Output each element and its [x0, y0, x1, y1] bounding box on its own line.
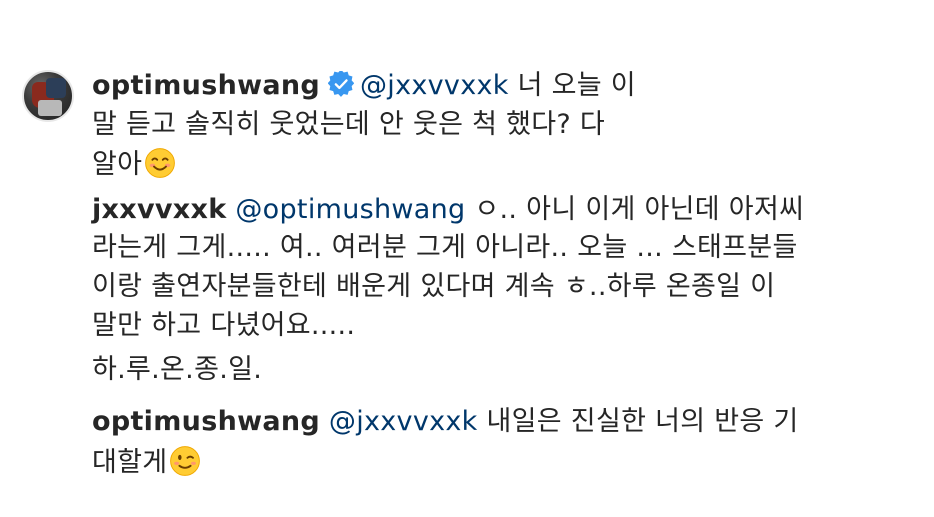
comment-text: 내일은 진실한 너의 반응 기 [486, 406, 799, 437]
comment-thread: optimushwang @jxxvvxxk 너 오늘 이 말 듣고 솔직히 웃… [0, 0, 934, 517]
comment-text: 라는게 그게..... 여.. 여러분 그게 아니라.. 오늘 ... 스태프분… [92, 232, 798, 263]
comment-text: 하.루.온.종.일. [92, 354, 263, 385]
comment-mention[interactable]: @jxxvvxxk [360, 70, 509, 101]
comment-mention[interactable]: @jxxvvxxk [329, 406, 478, 437]
avatar[interactable] [22, 70, 74, 122]
comment-2-line-5: 하.루.온.종.일. [92, 350, 262, 390]
comment-text: 알아 [92, 149, 143, 180]
comment-username[interactable]: optimushwang [92, 406, 320, 437]
comment-3-line-2: 대할게 [92, 443, 201, 483]
comment-username[interactable]: jxxvvxxk [92, 194, 226, 225]
comment-mention[interactable]: @optimushwang [235, 194, 465, 225]
comment-text: 말 듣고 솔직히 웃었는데 안 웃은 척 했다? 다 [92, 109, 606, 140]
comment-text: 너 오늘 이 [517, 70, 636, 101]
comment-2-line-1: jxxvvxxk @optimushwang ㅇ.. 아니 이게 아닌데 아저씨 [92, 190, 804, 230]
comment-text: 말만 하고 다녔어요..... [92, 310, 356, 341]
comment-2-line-3: 이랑 출연자분들한테 배운게 있다며 계속 ㅎ..하루 온종일 이 [92, 267, 775, 307]
comment-text: 이랑 출연자분들한테 배운게 있다며 계속 ㅎ..하루 온종일 이 [92, 271, 776, 302]
comment-2-line-4: 말만 하고 다녔어요..... [92, 306, 355, 346]
comment-2-line-2: 라는게 그게..... 여.. 여러분 그게 아니라.. 오늘 ... 스태프분… [92, 228, 798, 268]
comment-1-line-3: 알아 [92, 145, 176, 185]
verified-badge-icon [328, 71, 354, 97]
comment-3-line-1: optimushwang @jxxvvxxk 내일은 진실한 너의 반응 기 [92, 402, 799, 442]
comment-1-line-2: 말 듣고 솔직히 웃었는데 안 웃은 척 했다? 다 [92, 105, 605, 145]
comment-username[interactable]: optimushwang [92, 70, 320, 101]
comment-text: 대할게 [92, 447, 168, 478]
comment-text: ㅇ.. 아니 이게 아닌데 아저씨 [474, 194, 805, 225]
smiling-face-icon [145, 148, 176, 178]
comment-1-line-1: optimushwang @jxxvvxxk 너 오늘 이 [92, 66, 636, 106]
winking-face-icon [170, 446, 201, 476]
